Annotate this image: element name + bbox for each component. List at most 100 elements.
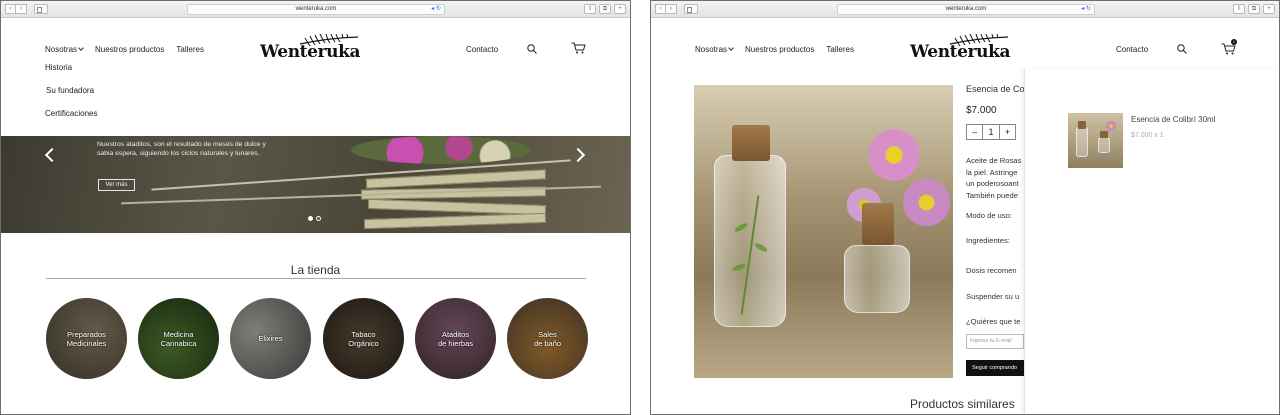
slider-prev-arrow-icon[interactable] xyxy=(44,147,60,163)
small-bottle xyxy=(844,245,910,313)
new-tab-icon[interactable]: + xyxy=(614,4,626,14)
similar-products-title: Productos similares xyxy=(910,397,1015,411)
description-line: Aceite de Rosas xyxy=(966,156,1022,165)
new-tab-icon[interactable]: + xyxy=(1263,4,1275,14)
logo-text: Wenteruka xyxy=(260,42,361,62)
back-button[interactable]: ‹ xyxy=(655,4,666,14)
label-modo-de-uso: Modo de uso: xyxy=(966,211,1013,220)
main-menu: Nosotras Nuestros productos Talleres xyxy=(45,45,204,54)
tabs-icon[interactable]: ⧉ xyxy=(1248,4,1260,14)
shop-divider xyxy=(46,278,586,279)
screenshot-stage: ‹ › wenteruka.com ◂ ↻ ⇧ ⧉ + Nosotras Nue… xyxy=(0,0,1280,415)
site-logo[interactable]: Wenteruka xyxy=(260,34,362,64)
address-bar[interactable]: wenteruka.com ◂ ↻ xyxy=(837,4,1095,15)
dropdown-item-certificaciones[interactable]: Certificaciones xyxy=(45,109,97,118)
cart-item-name[interactable]: Esencia de Colibrí 30ml xyxy=(1131,115,1215,124)
label-dosis: Dosis recomen xyxy=(966,266,1017,275)
category-label: Ataditos de hierbas xyxy=(437,329,474,348)
menu-label: Nosotras xyxy=(45,45,78,54)
dropdown-item-historia[interactable]: Historia xyxy=(45,63,72,72)
search-icon[interactable] xyxy=(527,44,537,54)
menu-item-contacto[interactable]: Contacto xyxy=(466,45,498,54)
slider-dot-1[interactable] xyxy=(308,216,313,221)
product-image[interactable] xyxy=(694,85,953,378)
category-label: Preparados Medicinales xyxy=(66,329,107,348)
shop-title: La tienda xyxy=(290,263,341,277)
logo-text: Wenteruka xyxy=(910,42,1011,62)
menu-label: Nosotras xyxy=(695,45,728,54)
search-icon[interactable] xyxy=(1177,44,1187,54)
tabs-icon[interactable]: ⧉ xyxy=(599,4,611,14)
forward-button[interactable]: › xyxy=(666,4,677,14)
browser-toolbar: ‹ › wenteruka.com ◂ ↻ ⇧ ⧉ + xyxy=(1,1,630,18)
sidebar-toggle-icon[interactable] xyxy=(34,4,48,14)
site-header: Nosotras Nuestros productos Talleres Wen… xyxy=(1,18,630,78)
category-preparados-medicinales[interactable]: Preparados Medicinales xyxy=(46,298,127,379)
address-bar[interactable]: wenteruka.com ◂ ↻ xyxy=(187,4,445,15)
forward-button[interactable]: › xyxy=(16,4,27,14)
category-elixires[interactable]: Elixires xyxy=(230,298,311,379)
hero-caption: Nuestros ataditos, son el resultado de m… xyxy=(97,141,266,157)
continue-shopping-button[interactable]: Seguir comprando xyxy=(966,360,1024,376)
qty-value-input[interactable]: 1 xyxy=(983,125,1000,139)
slider-next-arrow-icon[interactable] xyxy=(570,147,586,163)
dropdown-item-fundadora[interactable]: Su fundadora xyxy=(46,86,94,95)
reload-icon[interactable]: ◂ ↻ xyxy=(1081,5,1091,14)
main-menu: Nosotras Nuestros productos Talleres xyxy=(695,45,854,54)
menu-item-nosotras[interactable]: Nosotras xyxy=(695,45,734,54)
sidebar-toggle-icon[interactable] xyxy=(684,4,698,14)
hero-slider: Nuestros ataditos, son el resultado de m… xyxy=(1,136,630,233)
product-description: Aceite de Rosas la piel. Astringe un pod… xyxy=(966,155,1024,201)
quantity-stepper: – 1 + xyxy=(966,124,1016,140)
category-sales-de-bano[interactable]: Sales de baño xyxy=(507,298,588,379)
large-cork xyxy=(732,125,770,161)
toolbar-right: ⇧ ⧉ + xyxy=(1233,4,1275,14)
cart-icon[interactable] xyxy=(571,42,586,54)
product-price: $7.000 xyxy=(966,105,997,116)
small-cork xyxy=(862,203,894,245)
cart-count-badge: 1 xyxy=(1231,39,1237,45)
hero-ver-mas-button[interactable]: Ver más xyxy=(98,179,135,191)
browser-window-left: ‹ › wenteruka.com ◂ ↻ ⇧ ⧉ + Nosotras Nue… xyxy=(0,0,631,415)
category-label: Medicina Cannabica xyxy=(160,329,197,348)
share-icon[interactable]: ⇧ xyxy=(1233,4,1245,14)
menu-item-contacto[interactable]: Contacto xyxy=(1116,45,1148,54)
chevron-down-icon xyxy=(728,45,734,51)
browser-window-right: ‹ › wenteruka.com ◂ ↻ ⇧ ⧉ + Nosotras Nue… xyxy=(650,0,1280,415)
menu-item-nosotras[interactable]: Nosotras xyxy=(45,45,84,54)
label-newsletter: ¿Quiéres que te xyxy=(966,317,1021,326)
slider-dot-2[interactable] xyxy=(316,216,321,221)
url-text: wenteruka.com xyxy=(295,6,337,12)
slider-dots xyxy=(308,216,321,221)
chevron-down-icon xyxy=(78,45,84,51)
share-icon[interactable]: ⇧ xyxy=(584,4,596,14)
site-logo[interactable]: Wenteruka xyxy=(910,34,1012,64)
category-label: Sales de baño xyxy=(533,329,562,348)
category-medicina-cannabica[interactable]: Medicina Cannabica xyxy=(138,298,219,379)
url-text: wenteruka.com xyxy=(945,6,987,12)
email-field[interactable]: Ingresa tu E-mail xyxy=(966,334,1024,349)
toolbar-right: ⇧ ⧉ + xyxy=(584,4,626,14)
category-label: Tabaco Orgánico xyxy=(348,329,379,348)
cart-item-price-qty: $7.000 x 1 xyxy=(1131,132,1164,139)
browser-toolbar: ‹ › wenteruka.com ◂ ↻ ⇧ ⧉ + xyxy=(651,1,1279,18)
cart-drawer: Esencia de Colibrí 30ml $7.000 x 1 xyxy=(1024,69,1279,414)
qty-minus-button[interactable]: – xyxy=(967,125,984,139)
description-line: la piel. Astringe xyxy=(966,167,1018,177)
menu-item-talleres[interactable]: Talleres xyxy=(826,45,854,54)
history-buttons: ‹ › xyxy=(5,4,27,14)
description-line: También puede xyxy=(966,190,1018,200)
label-ingredientes: Ingredientes: xyxy=(966,236,1010,245)
product-title: Esencia de Colibrí xyxy=(966,84,1024,94)
menu-item-productos[interactable]: Nuestros productos xyxy=(745,45,814,54)
history-buttons: ‹ › xyxy=(655,4,677,14)
menu-item-talleres[interactable]: Talleres xyxy=(176,45,204,54)
cart-item-thumbnail[interactable] xyxy=(1068,113,1123,168)
category-tabaco-organico[interactable]: Tabaco Orgánico xyxy=(323,298,404,379)
cart-button[interactable]: 1 xyxy=(1221,39,1237,55)
menu-item-productos[interactable]: Nuestros productos xyxy=(95,45,164,54)
category-ataditos-de-hierbas[interactable]: Ataditos de hierbas xyxy=(415,298,496,379)
qty-plus-button[interactable]: + xyxy=(1000,125,1015,139)
back-button[interactable]: ‹ xyxy=(5,4,16,14)
reload-icon[interactable]: ◂ ↻ xyxy=(431,5,441,14)
